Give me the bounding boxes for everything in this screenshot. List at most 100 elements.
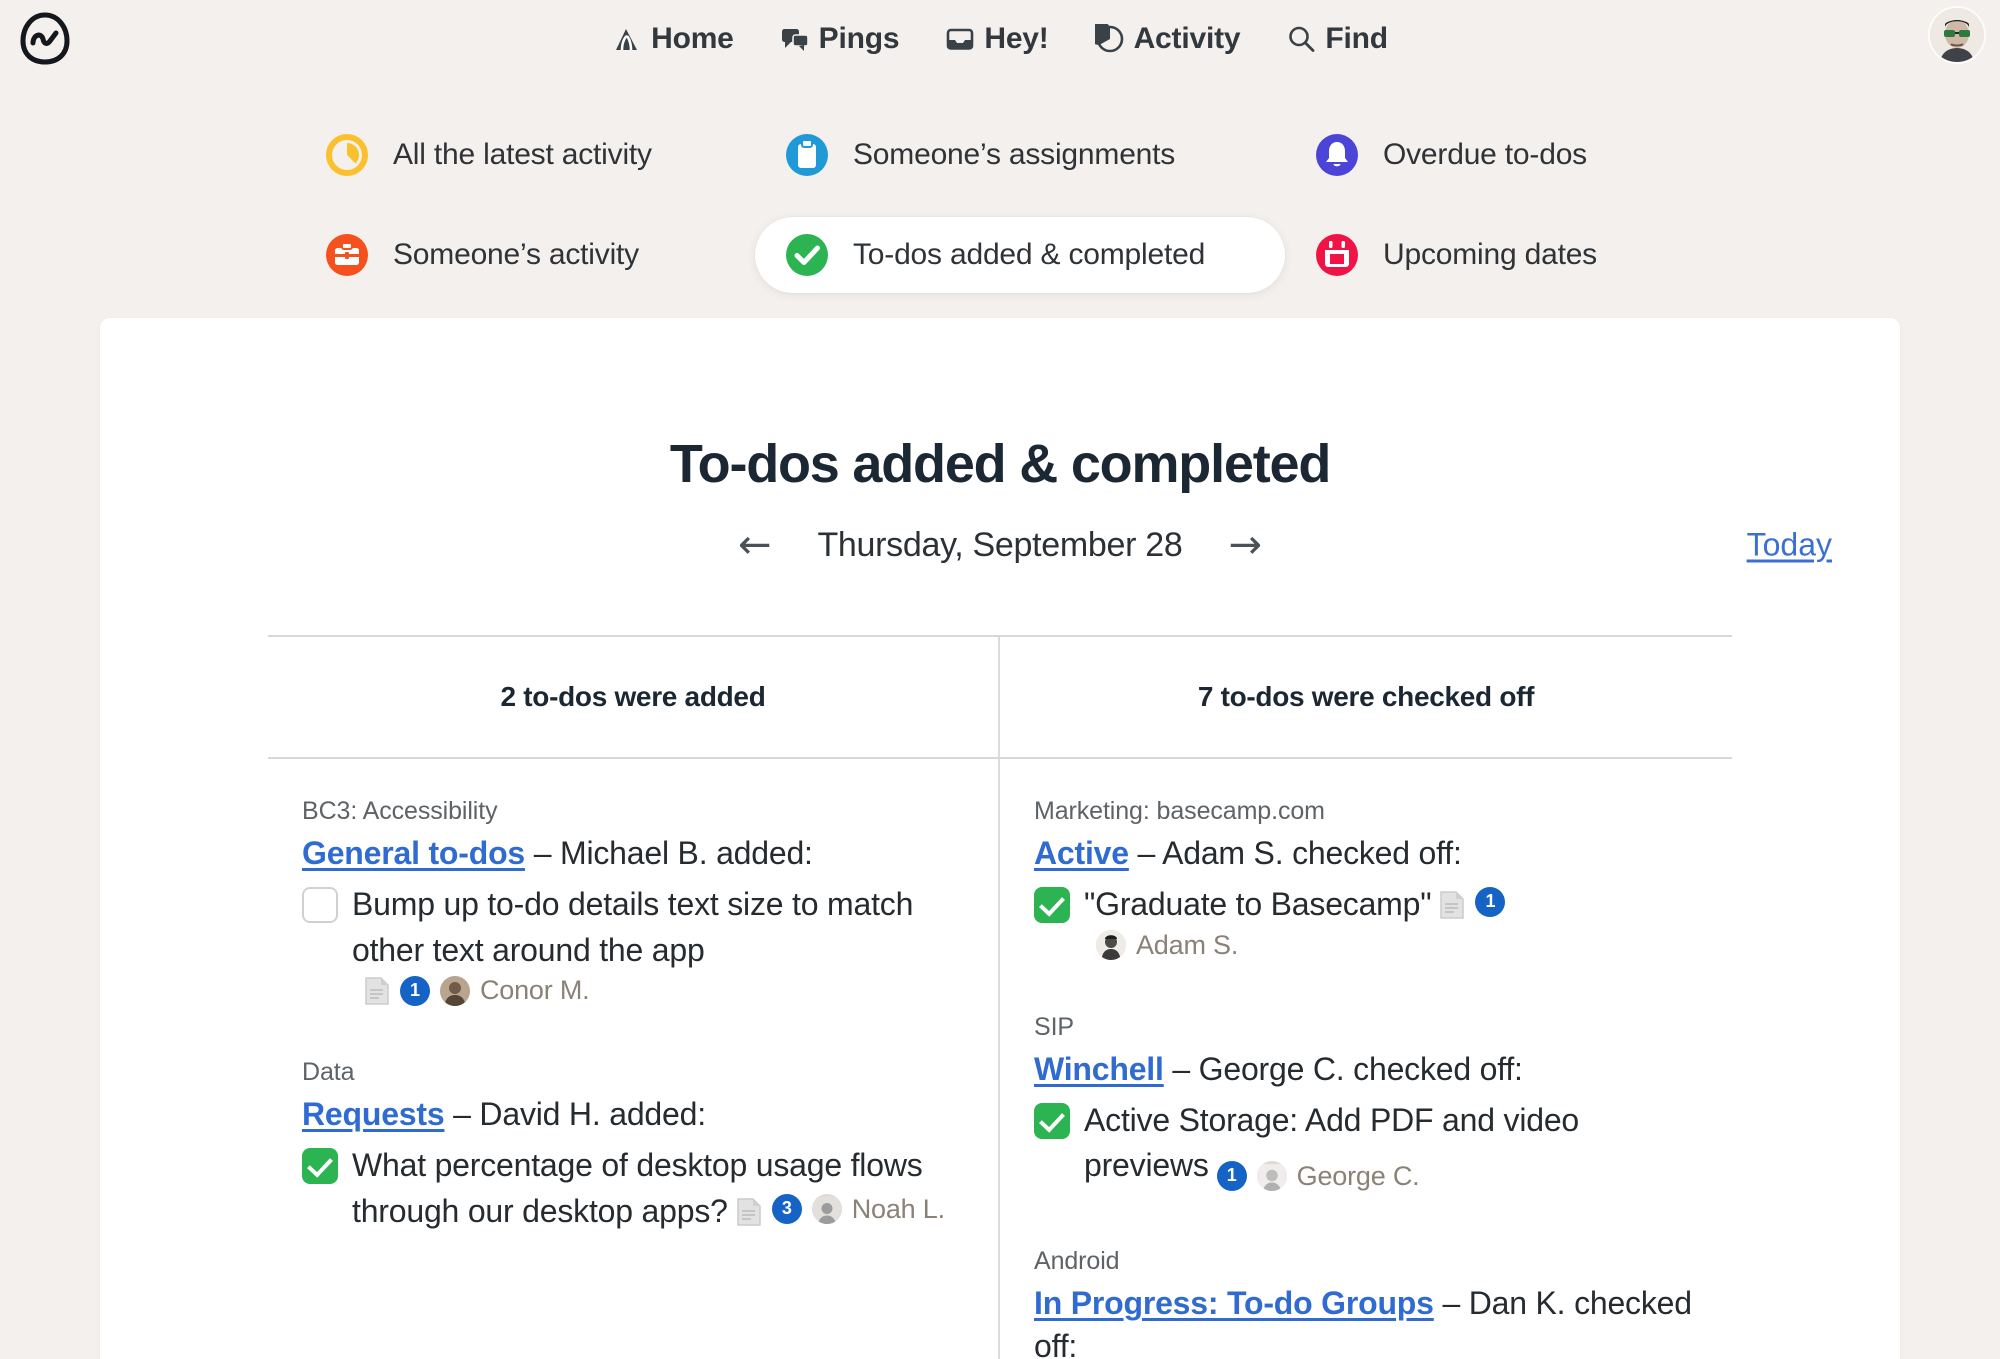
project-name: Marketing: basecamp.com	[1034, 797, 1325, 825]
project-name: Android	[1034, 1247, 1120, 1276]
comment-count-badge[interactable]: 1	[400, 975, 430, 1006]
clock-icon	[323, 131, 371, 179]
previous-day-arrow[interactable]: ←	[738, 525, 772, 565]
nav-items: Home Pings Hey! Activity Find	[0, 0, 2000, 78]
checkbox-checked-icon[interactable]	[1034, 1102, 1070, 1139]
checkbox-wrap[interactable]	[302, 882, 338, 924]
nav-item-activity[interactable]: Activity	[1094, 22, 1241, 56]
column-bodies: BC3: Accessibility General to-dos – Mich…	[268, 759, 1732, 1359]
assignee-avatar	[811, 1193, 842, 1224]
todo-text: "Graduate to Basecamp" 1	[1084, 882, 1506, 927]
checkbox-checked-icon[interactable]	[1034, 887, 1070, 924]
filter-someones-assignments[interactable]: Someone’s assignments	[755, 117, 1285, 193]
list-item: Android In Progress: To-do Groups – Dan …	[1034, 1247, 1692, 1359]
calendar-icon	[1313, 231, 1361, 279]
action-text: – George C. checked off:	[1163, 1050, 1523, 1087]
filter-label: All the latest activity	[393, 138, 652, 171]
todo-text: What percentage of desktop usage flows t…	[352, 1143, 958, 1234]
checkbox-wrap[interactable]	[302, 1143, 338, 1185]
checkbox-wrap[interactable]	[1034, 1098, 1070, 1139]
comment-count-badge[interactable]: 3	[771, 1193, 802, 1224]
current-date-label: Thursday, September 28	[817, 525, 1183, 564]
filter-todos-added-completed[interactable]: To-dos added & completed	[755, 217, 1285, 293]
list-item: Marketing: basecamp.com Active – Adam S.…	[1034, 797, 1692, 961]
checkbox-wrap[interactable]	[1034, 882, 1070, 924]
todolist-link[interactable]: General to-dos	[302, 835, 525, 871]
filter-label: Overdue to-dos	[1383, 138, 1587, 171]
todo-meta: 3 Noah L.	[736, 1190, 945, 1228]
briefcase-icon	[323, 231, 371, 279]
filter-label: To-dos added & completed	[853, 238, 1206, 271]
nav-item-find[interactable]: Find	[1286, 22, 1388, 56]
filter-label: Someone’s assignments	[853, 138, 1176, 171]
nav-label-activity: Activity	[1133, 22, 1241, 55]
todo-assignee-row: Adam S.	[1096, 930, 1692, 961]
bell-icon	[1313, 131, 1361, 179]
nav-item-pings[interactable]: Pings	[780, 22, 900, 56]
todo-text: Active Storage: Add PDF and video previe…	[1084, 1098, 1692, 1195]
activity-pie-icon	[1094, 24, 1125, 54]
app-root: Home Pings Hey! Activity Find All the la…	[0, 0, 2000, 1359]
report-card: To-dos added & completed ← Thursday, Sep…	[100, 318, 1900, 1359]
filter-someones-activity[interactable]: Someone’s activity	[295, 217, 755, 293]
document-icon	[1439, 887, 1465, 919]
column-added: BC3: Accessibility General to-dos – Mich…	[268, 759, 1000, 1359]
filter-label: Upcoming dates	[1383, 238, 1597, 271]
project-name: SIP	[1034, 1012, 1074, 1041]
pings-chat-icon	[780, 24, 810, 54]
todo-text: Bump up to-do details text size to match…	[352, 886, 914, 968]
today-link[interactable]: Today	[1747, 527, 1832, 564]
page-title: To-dos added & completed	[669, 434, 1331, 494]
list-action-line: General to-dos – Michael B. added:	[302, 832, 958, 874]
filter-label: Someone’s activity	[393, 238, 639, 271]
date-navigation: ← Thursday, September 28 → Today	[100, 517, 1900, 573]
todolist-link[interactable]: Winchell	[1034, 1051, 1164, 1087]
document-icon	[364, 976, 390, 1006]
todo-text-value: "Graduate to Basecamp"	[1084, 886, 1432, 923]
comment-count-badge[interactable]: 1	[1475, 887, 1506, 918]
assignee-name: Adam S.	[1136, 929, 1239, 960]
list-action-line: In Progress: To-do Groups – Dan K. check…	[1034, 1282, 1692, 1359]
column-completed: Marketing: basecamp.com Active – Adam S.…	[1000, 759, 1732, 1359]
todo-meta: 1 George C.	[1216, 1157, 1420, 1195]
top-navigation-bar: Home Pings Hey! Activity Find	[0, 0, 2000, 78]
todolist-link[interactable]: Requests	[302, 1096, 445, 1132]
todo-meta: 1	[1439, 887, 1506, 919]
list-action-line: Requests – David H. added:	[302, 1093, 958, 1135]
todolist-link[interactable]: In Progress: To-do Groups	[1034, 1285, 1434, 1321]
nav-item-hey[interactable]: Hey!	[945, 22, 1049, 56]
checkbox-unchecked-icon[interactable]	[302, 887, 338, 924]
assignee-name: Noah L.	[851, 1193, 945, 1224]
next-day-arrow[interactable]: →	[1229, 525, 1263, 565]
list-action-line: Active – Adam S. checked off:	[1034, 832, 1692, 874]
todo-row: Bump up to-do details text size to match…	[302, 882, 958, 973]
column-headers: 2 to-dos were added 7 to-dos were checke…	[268, 637, 1732, 759]
todo-meta: 1 Conor M.	[364, 975, 958, 1006]
filter-overdue-todos[interactable]: Overdue to-dos	[1285, 117, 1705, 193]
project-name: Data	[302, 1058, 355, 1087]
action-text: – Adam S. checked off:	[1128, 835, 1462, 871]
column-header-added: 2 to-dos were added	[268, 637, 1000, 757]
filter-all-latest-activity[interactable]: All the latest activity	[295, 117, 755, 193]
list-item: Data Requests – David H. added: What per…	[302, 1058, 958, 1234]
hey-inbox-icon	[945, 24, 975, 54]
nav-label-home: Home	[651, 22, 734, 55]
assignee-avatar	[1256, 1161, 1287, 1192]
filter-upcoming-dates[interactable]: Upcoming dates	[1285, 217, 1705, 293]
assignee-avatar	[440, 975, 470, 1006]
check-circle-icon	[783, 231, 831, 279]
avatar[interactable]	[1928, 6, 1986, 64]
search-icon	[1286, 24, 1316, 54]
todolist-link[interactable]: Active	[1034, 835, 1129, 871]
comment-count-badge[interactable]: 1	[1216, 1161, 1247, 1192]
todo-row: What percentage of desktop usage flows t…	[302, 1143, 958, 1234]
checkbox-checked-icon[interactable]	[302, 1148, 338, 1185]
nav-label-pings: Pings	[818, 22, 900, 55]
todos-two-column-table: 2 to-dos were added 7 to-dos were checke…	[268, 635, 1732, 1359]
nav-label-find: Find	[1325, 22, 1388, 55]
todo-row: "Graduate to Basecamp" 1	[1034, 882, 1692, 927]
action-text: – Michael B. added:	[525, 835, 813, 871]
nav-item-home[interactable]: Home	[612, 22, 734, 56]
todo-row: Active Storage: Add PDF and video previe…	[1034, 1098, 1692, 1195]
assignee-name: George C.	[1296, 1160, 1420, 1191]
